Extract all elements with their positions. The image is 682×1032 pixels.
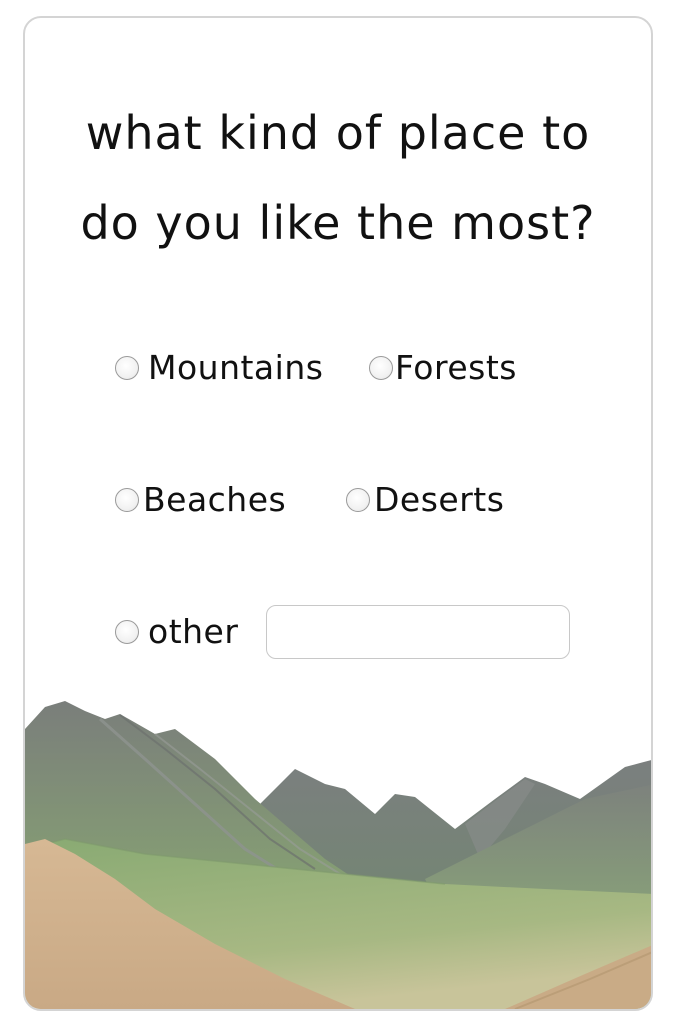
other-text-input[interactable] [266,605,570,659]
mountains-radio[interactable] [115,355,139,380]
deserts-label: Deserts [374,480,505,519]
question-line-2: do you like the most? [80,196,596,250]
question-line-1: what kind of place to [85,106,591,160]
other-label: other [148,612,239,651]
option-forests[interactable]: Forests [369,348,517,387]
other-radio[interactable] [115,619,139,644]
option-beaches[interactable]: Beaches [115,480,286,519]
forests-label: Forests [395,348,517,387]
deserts-radio[interactable] [346,487,370,512]
option-mountains[interactable]: Mountains [115,348,323,387]
option-other[interactable]: other [115,612,238,651]
option-deserts[interactable]: Deserts [346,480,504,519]
survey-card: what kind of place to do you like the mo… [23,16,653,1011]
beaches-label: Beaches [143,480,287,519]
mountains-label: Mountains [148,348,324,387]
question-title: what kind of place to do you like the mo… [45,88,631,268]
forests-radio[interactable] [369,355,393,380]
mountain-landscape-illustration [25,701,651,1009]
beaches-radio[interactable] [115,487,139,512]
